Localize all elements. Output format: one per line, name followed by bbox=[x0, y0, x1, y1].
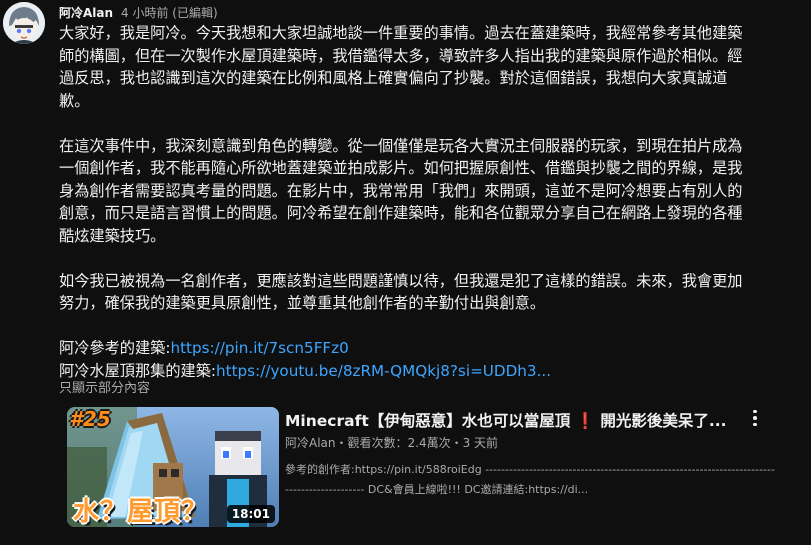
paragraph-line: 過反思，我也認識到這次的建築在比例和風格上確實偏向了抄襲。對於這個錯誤，我想向大… bbox=[59, 69, 728, 87]
reference-link-label: 阿冷參考的建築: bbox=[59, 339, 171, 357]
video-description-line: 參考的創作者:https://pin.it/588roiEdg --------… bbox=[285, 463, 775, 476]
paragraph-line: 一個創作者，我不能再隨心所欲地蓋建築並拍成影片。如何把握原創性、借鑑與抄襲之間的… bbox=[59, 159, 743, 177]
avatar[interactable] bbox=[3, 2, 45, 44]
reference-link[interactable]: https://pin.it/7scn5FFz0 bbox=[170, 339, 348, 357]
video-description-line: -------------------- DC&會員上線啦!!! DC邀請連結:… bbox=[285, 482, 589, 496]
video-title-main: Minecraft【伊甸惡意】水也可以當屋頂 bbox=[285, 412, 571, 430]
paragraph-line: 如今我已被視為一名創作者，更應該對這些問題謹慎以待，但我還是犯了這樣的錯誤。未來… bbox=[59, 271, 743, 290]
avatar-chibi-icon bbox=[3, 2, 45, 44]
video-thumbnail[interactable]: #25 水？屋頂？ 18:01 bbox=[67, 407, 279, 527]
paragraph-2: 在這次事件中，我深刻意識到角色的轉變。從一個僅僅是玩各大實況主伺服器的玩家，到現… bbox=[59, 135, 793, 248]
community-post: 阿冷Alan 4 小時前 (已編輯) 大家好，我是阿冷。今天我想和大家坦誠地談一… bbox=[0, 0, 811, 545]
post-timestamp[interactable]: 4 小時前 (已編輯) bbox=[121, 4, 218, 21]
show-less-button[interactable]: 只顯示部分內容 bbox=[59, 377, 150, 396]
episode-badge: #25 bbox=[69, 407, 111, 431]
paragraph-line: 酷炫建築技巧。 bbox=[59, 226, 166, 245]
paragraph-line: 在這次事件中，我深刻意識到角色的轉變。從一個僅僅是玩各大實況主伺服器的玩家，到現… bbox=[59, 136, 743, 155]
paragraph-line: 歉。 bbox=[59, 91, 90, 110]
video-description: 參考的創作者:https://pin.it/588roiEdg --------… bbox=[285, 460, 775, 499]
exclamation-icon: ❗ bbox=[575, 412, 595, 430]
paragraph-line: 創意，而只是語言習慣上的問題。阿冷希望在創作建築時，能和各位觀眾分享自己在網路上… bbox=[59, 204, 743, 222]
paragraph-line: 努力，確保我的建築更具原創性，並尊重其他創作者的辛勤付出與創意。 bbox=[59, 294, 545, 312]
author-name[interactable]: 阿冷Alan bbox=[59, 4, 113, 21]
video-title[interactable]: Minecraft【伊甸惡意】水也可以當屋頂 ❗ 開光影後美呆了... bbox=[285, 409, 727, 431]
video-duration: 18:01 bbox=[226, 505, 275, 523]
post-header: 阿冷Alan 4 小時前 (已編輯) bbox=[59, 3, 218, 21]
more-vert-icon[interactable] bbox=[747, 407, 763, 429]
video-title-end: 開光影後美呆了... bbox=[600, 412, 727, 430]
video-link-line: 阿冷水屋頂那集的建築:https://youtu.be/8zRM-QMQkj8?… bbox=[59, 360, 793, 383]
video-meta: 阿冷Alan・觀看次數：2.4萬次・3 天前 bbox=[285, 436, 499, 450]
thumbnail-title: 水？屋頂？ bbox=[73, 497, 209, 527]
video-link[interactable]: https://youtu.be/8zRM-QMQkj8?si=UDDh3... bbox=[216, 362, 551, 380]
paragraph-line: 身為創作者需要認真考量的問題。在影片中，我常常用「我們」來開頭，這並不是阿冷想要… bbox=[59, 181, 743, 200]
paragraph-line: 師的構圖，但在一次製作水屋頂建築時，我借鑑得太多，導致許多人指出我的建築與原作過… bbox=[59, 46, 743, 65]
post-body: 大家好，我是阿冷。今天我想和大家坦誠地談一件重要的事情。過去在蓋建築時，我經常參… bbox=[59, 22, 793, 382]
paragraph-line: 大家好，我是阿冷。今天我想和大家坦誠地談一件重要的事情。過去在蓋建築時，我經常參… bbox=[59, 24, 743, 42]
paragraph-1: 大家好，我是阿冷。今天我想和大家坦誠地談一件重要的事情。過去在蓋建築時，我經常參… bbox=[59, 22, 793, 112]
attached-video-card[interactable]: #25 水？屋頂？ 18:01 Minecraft【伊甸惡意】水也可以當屋頂 ❗… bbox=[67, 407, 787, 527]
reference-link-line: 阿冷參考的建築:https://pin.it/7scn5FFz0 bbox=[59, 337, 793, 360]
paragraph-3: 如今我已被視為一名創作者，更應該對這些問題謹慎以待，但我還是犯了這樣的錯誤。未來… bbox=[59, 270, 793, 315]
